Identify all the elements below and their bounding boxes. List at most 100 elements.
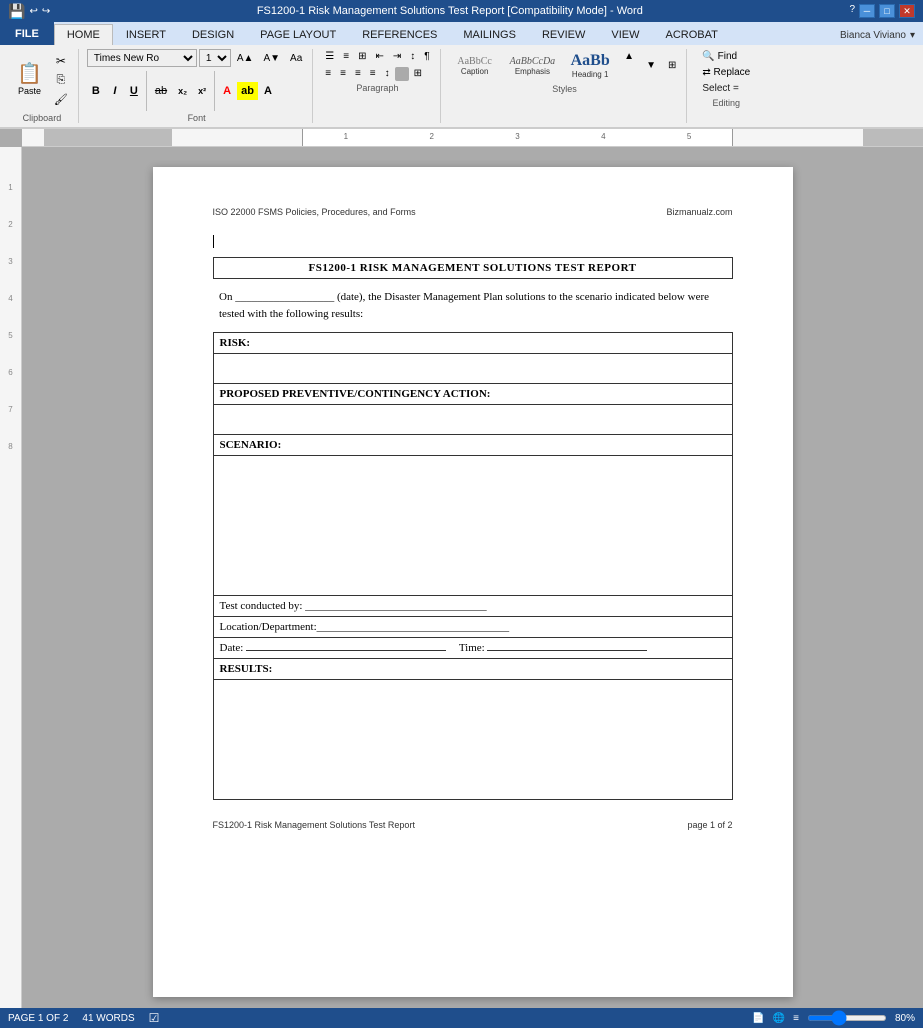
minimize-button[interactable]: ─ — [859, 4, 875, 18]
numbering-button[interactable]: ≡ — [339, 49, 353, 64]
bullets-button[interactable]: ☰ — [321, 49, 338, 64]
replace-icon: ⇄ — [702, 67, 710, 78]
results-label: RESULTS: — [213, 659, 732, 680]
header-left: ISO 22000 FSMS Policies, Procedures, and… — [213, 207, 416, 217]
decrease-indent-button[interactable]: ⇤ — [371, 49, 387, 64]
tab-references[interactable]: REFERENCES — [349, 24, 450, 45]
underline-button[interactable]: U — [125, 82, 143, 100]
tab-design[interactable]: DESIGN — [179, 24, 247, 45]
scenario-label: SCENARIO: — [213, 435, 732, 456]
location-text: Location/Department:____________________… — [220, 621, 510, 633]
scenario-row: SCENARIO: — [213, 435, 732, 456]
style-emphasis-preview: AaBbCcDa — [510, 56, 556, 67]
style-emphasis[interactable]: AaBbCcDa Emphasis — [505, 53, 561, 79]
tab-home[interactable]: HOME — [54, 24, 113, 45]
align-left-button[interactable]: ≡ — [321, 66, 335, 81]
select-button[interactable]: Select = — [695, 81, 757, 96]
intro-text: On __________________ (date), the Disast… — [219, 291, 709, 320]
replace-button[interactable]: ⇄ Replace — [695, 65, 757, 80]
bold-button[interactable]: B — [87, 82, 105, 100]
text-cursor — [213, 235, 214, 248]
style-caption[interactable]: AaBbCc Caption — [449, 53, 501, 79]
justify-button[interactable]: ≡ — [366, 66, 380, 81]
tab-mailings[interactable]: MAILINGS — [450, 24, 529, 45]
zoom-slider[interactable] — [807, 1015, 887, 1021]
page-indicator: PAGE 1 OF 2 — [8, 1013, 68, 1024]
results-content-row — [213, 680, 732, 800]
highlight-button[interactable]: ab — [237, 82, 258, 100]
tab-page-layout[interactable]: PAGE LAYOUT — [247, 24, 349, 45]
preventive-row: PROPOSED PREVENTIVE/CONTINGENCY ACTION: — [213, 384, 732, 405]
cut-button[interactable]: ✂ — [50, 52, 72, 70]
close-button[interactable]: ✕ — [899, 4, 915, 18]
styles-scroll-up[interactable]: ▲ — [620, 49, 638, 64]
align-center-button[interactable]: ≡ — [336, 66, 350, 81]
format-painter-button[interactable]: 🖌 — [50, 91, 72, 108]
style-heading1[interactable]: AaBb Heading 1 — [564, 49, 616, 82]
increase-font-button[interactable]: A▲ — [233, 51, 258, 66]
title-bar-icons: 💾 ↩ ↪ — [8, 3, 50, 20]
tab-file[interactable]: FILE — [0, 22, 54, 45]
style-heading1-preview: AaBb — [571, 52, 610, 70]
footer-right: page 1 of 2 — [687, 820, 732, 830]
style-emphasis-label: Emphasis — [515, 67, 550, 76]
line-spacing-button[interactable]: ↕ — [381, 66, 394, 81]
align-right-button[interactable]: ≡ — [351, 66, 365, 81]
font-color-button[interactable]: A — [259, 82, 277, 100]
title-bar-controls[interactable]: ? ─ □ ✕ — [849, 4, 915, 18]
show-marks-button[interactable]: ¶ — [420, 49, 433, 64]
find-button[interactable]: 🔍 Find — [695, 49, 757, 64]
user-name: Bianca Viviano — [840, 30, 906, 41]
tab-acrobat[interactable]: ACROBAT — [652, 24, 730, 45]
styles-scroll-down[interactable]: ▼ — [642, 58, 660, 73]
ribbon-content: 📋 Paste ✂ ⎘ 🖌 Clipboard Times New Ro — [0, 45, 923, 128]
clear-format-button[interactable]: Aa — [286, 51, 306, 66]
zoom-percent: 80% — [895, 1013, 915, 1024]
italic-button[interactable]: I — [106, 82, 124, 100]
location-cell: Location/Department:____________________… — [213, 617, 732, 638]
borders-button[interactable]: ⊞ — [410, 66, 426, 81]
time-line — [487, 650, 647, 651]
intro-row: On __________________ (date), the Disast… — [213, 279, 732, 333]
superscript-button[interactable]: x² — [193, 82, 211, 100]
strikethrough-button[interactable]: ab — [150, 82, 172, 100]
decrease-font-button[interactable]: A▼ — [259, 51, 284, 66]
header-right: Bizmanualz.com — [666, 207, 732, 217]
tab-view[interactable]: VIEW — [598, 24, 652, 45]
title-bar: 💾 ↩ ↪ FS1200-1 Risk Management Solutions… — [0, 0, 923, 22]
font-size-select[interactable]: 12 — [199, 49, 231, 67]
intro-cell: On __________________ (date), the Disast… — [213, 279, 732, 333]
horizontal-ruler: 12345 — [22, 129, 923, 147]
multilevel-button[interactable]: ⊞ — [354, 49, 370, 64]
view-print-icon[interactable]: 📄 — [752, 1013, 764, 1024]
ribbon-tab-bar: FILE HOME INSERT DESIGN PAGE LAYOUT REFE… — [0, 22, 923, 45]
text-color-button[interactable]: A — [218, 82, 236, 100]
status-bar: PAGE 1 OF 2 41 WORDS ☑ 📄 🌐 ≡ 80% — [0, 1008, 923, 1028]
datetime-cell: Date: Time: — [213, 638, 732, 659]
styles-group-label: Styles — [552, 84, 577, 94]
page: ISO 22000 FSMS Policies, Procedures, and… — [153, 167, 793, 997]
sort-button[interactable]: ↕ — [406, 49, 419, 64]
styles-expand[interactable]: ⊞ — [664, 58, 680, 73]
page-footer: FS1200-1 Risk Management Solutions Test … — [213, 820, 733, 830]
view-web-icon[interactable]: 🌐 — [773, 1013, 785, 1024]
tab-insert[interactable]: INSERT — [113, 24, 179, 45]
view-outline-icon[interactable]: ≡ — [793, 1013, 799, 1024]
date-line — [246, 650, 446, 651]
location-row: Location/Department:____________________… — [213, 617, 732, 638]
font-name-select[interactable]: Times New Ro — [87, 49, 197, 67]
tab-review[interactable]: REVIEW — [529, 24, 598, 45]
subscript-button[interactable]: x₂ — [173, 82, 192, 100]
style-caption-preview: AaBbCc — [457, 56, 491, 67]
shading-button[interactable] — [395, 67, 409, 81]
copy-button[interactable]: ⎘ — [50, 72, 72, 89]
restore-button[interactable]: □ — [879, 4, 895, 18]
risk-content-row — [213, 354, 732, 384]
editing-group-label: Editing — [713, 98, 741, 108]
ruler-inner: 12345 — [302, 129, 733, 146]
increase-indent-button[interactable]: ⇥ — [389, 49, 405, 64]
scenario-content — [213, 456, 732, 596]
font-name-row: Times New Ro 12 A▲ A▼ Aa — [87, 49, 306, 67]
paste-button[interactable]: 📋 Paste — [12, 54, 47, 106]
preventive-content — [213, 405, 732, 435]
